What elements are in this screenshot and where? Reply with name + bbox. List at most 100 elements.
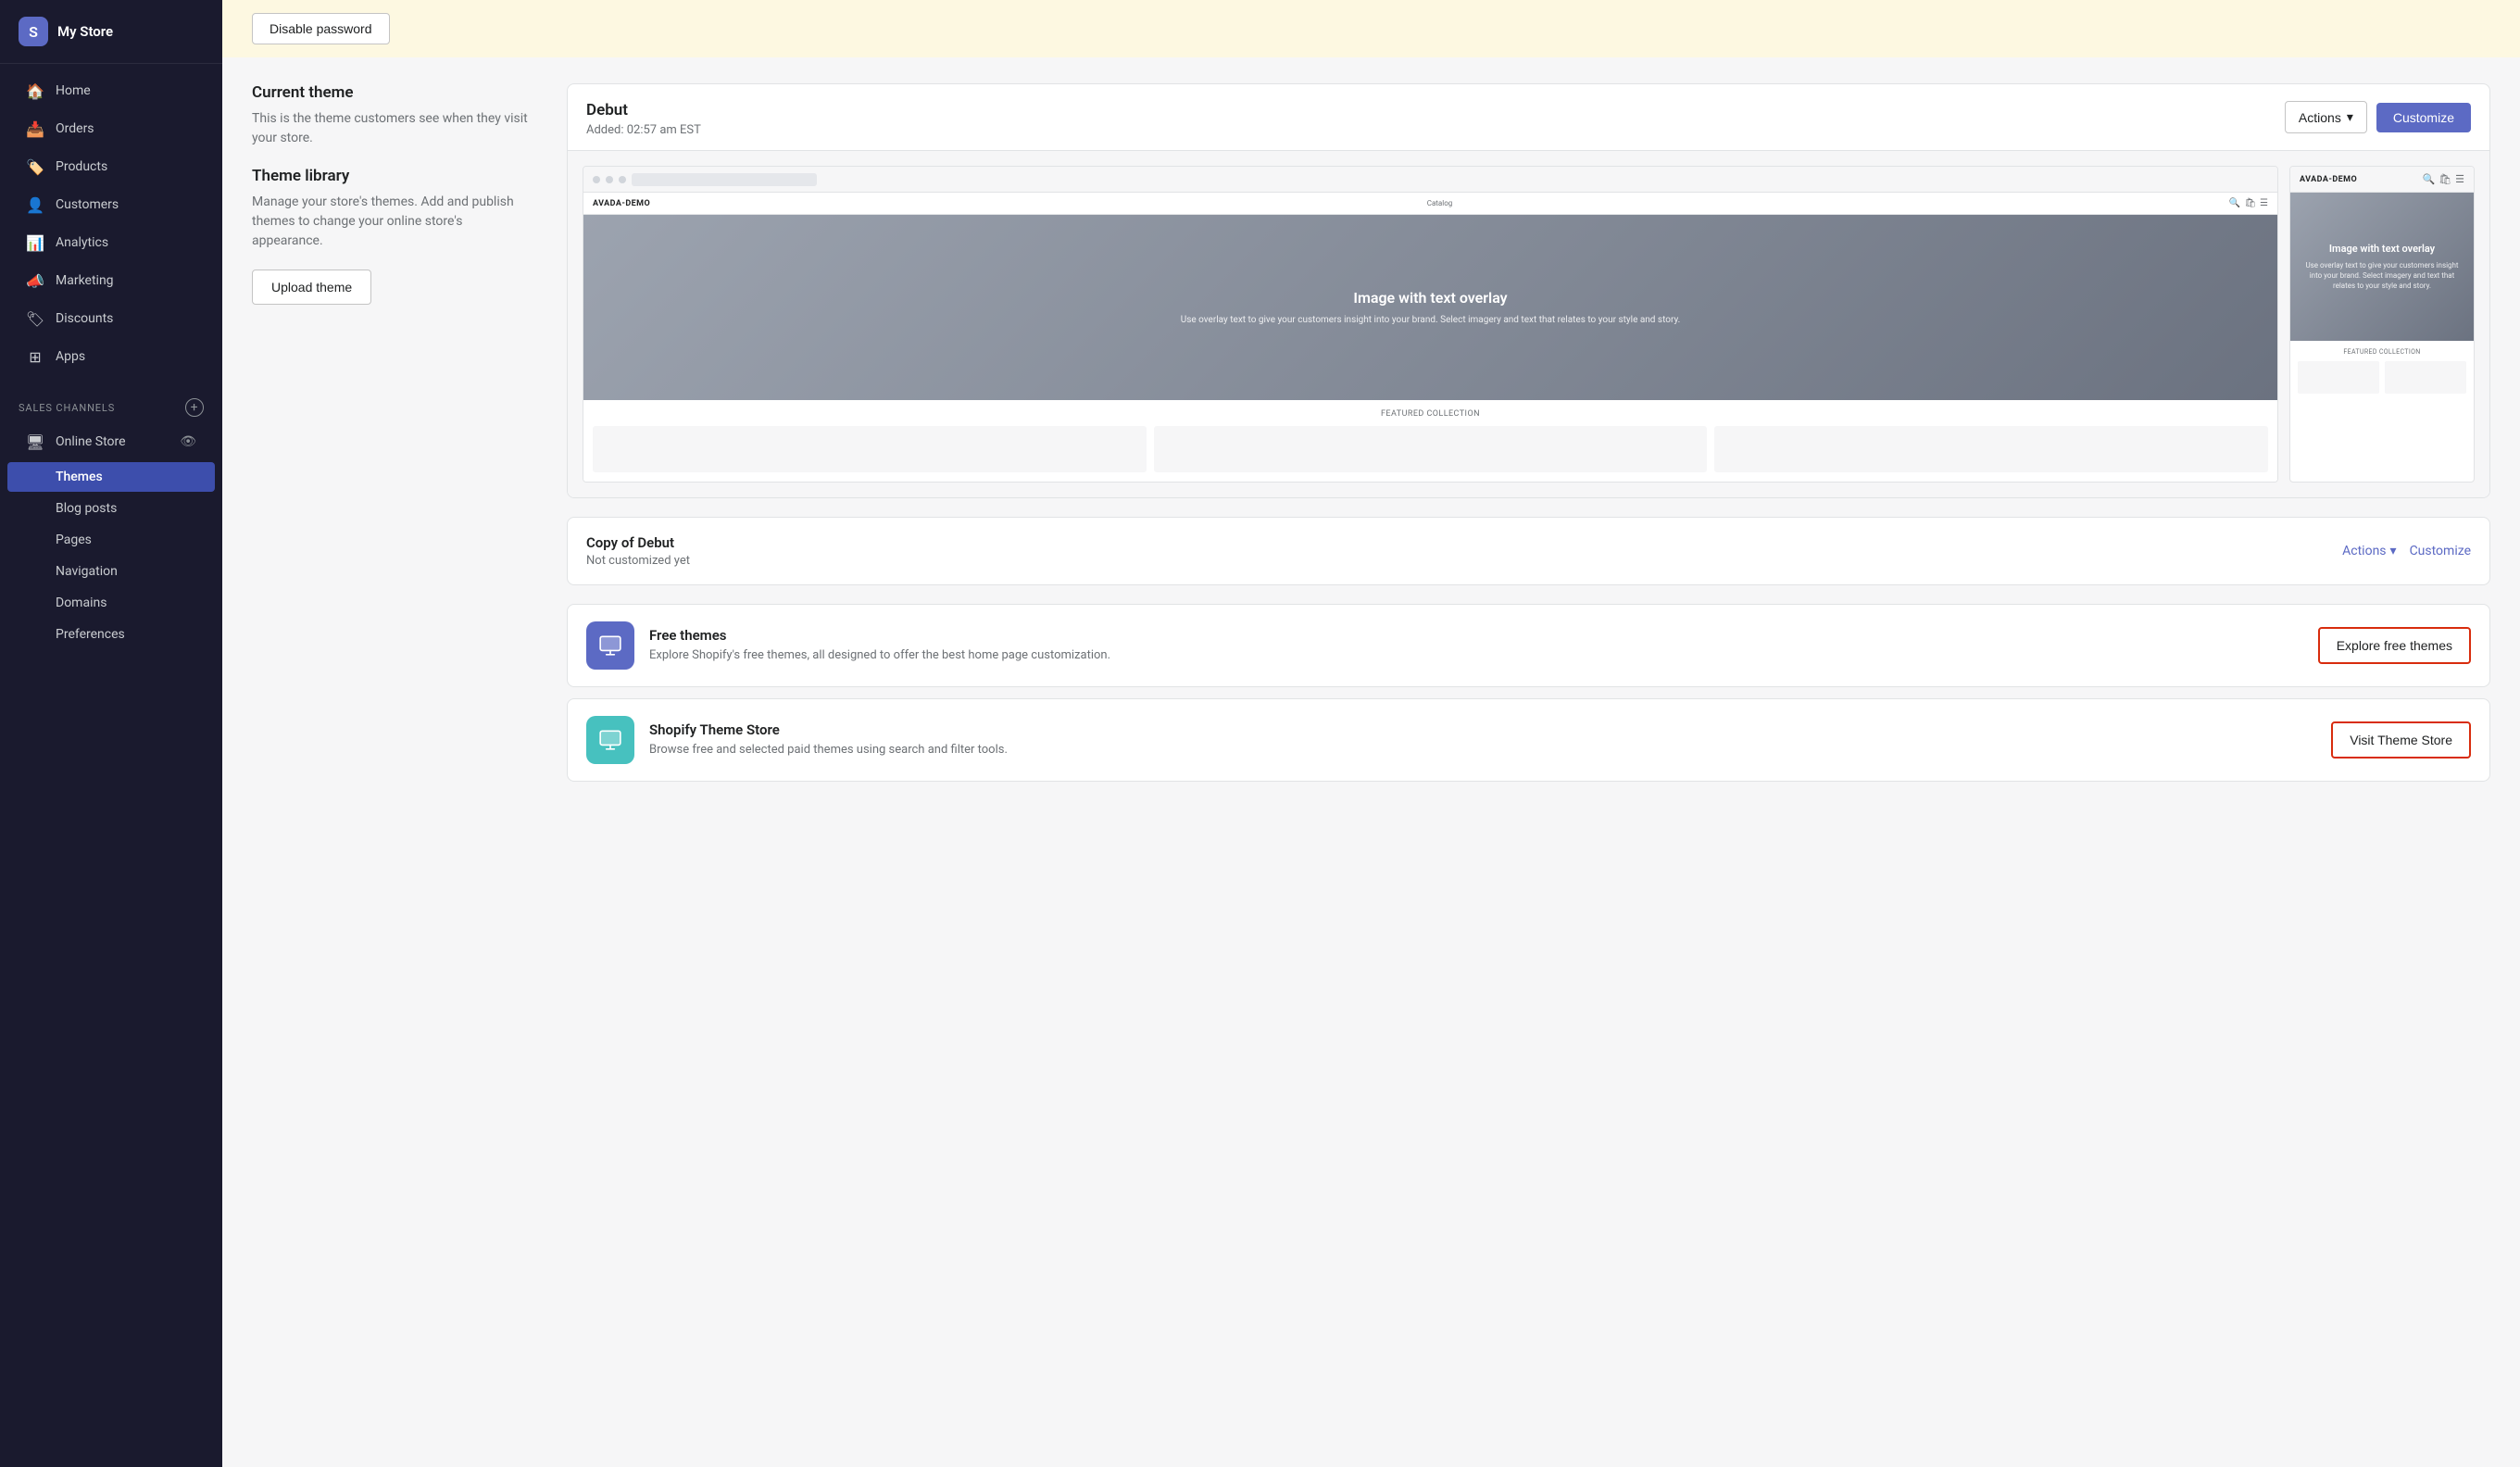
preview-hero: Image with text overlay Use overlay text… [583,215,2277,400]
preview-overlay-sub: Use overlay text to give your customers … [1181,314,1681,327]
sales-channels-label: SALES CHANNELS + [0,383,222,422]
store-svg-icon [598,728,622,752]
marketing-icon: 📣 [26,271,44,290]
current-theme-description: This is the theme customers see when the… [252,109,530,148]
free-themes-title: Free themes [649,627,2303,644]
browser-bar [583,167,2277,193]
copy-card-right: Actions ▾ Customize [2342,544,2471,558]
disable-password-button[interactable]: Disable password [252,13,390,44]
preview-brand: AVADA-DEMO [593,199,650,208]
theme-store-card: Shopify Theme Store Browse free and sele… [567,698,2490,782]
themes-svg-icon [598,633,622,658]
bag-icon: 🛍 [2244,198,2256,208]
mobile-featured-label: FEATURED COLLECTION [2298,348,2466,356]
preview-desktop: AVADA-DEMO Catalog 🔍 🛍 ☰ Image wit [583,166,2278,483]
copy-chevron-icon: ▾ [2390,544,2397,558]
preview-nav-icons: 🔍 🛍 ☰ [2229,198,2268,208]
sidebar-item-label: Apps [56,349,85,364]
browser-dot-1 [593,176,600,183]
upload-theme-button[interactable]: Upload theme [252,270,371,305]
sidebar-sub-item-domains[interactable]: Domains [7,588,215,618]
theme-card-header: Debut Added: 02:57 am EST Actions ▾ Cust… [568,84,2489,151]
sidebar-sub-item-preferences[interactable]: Preferences [7,620,215,649]
sidebar-sub-item-blog-posts[interactable]: Blog posts [7,494,215,523]
sidebar-sub-item-themes[interactable]: Themes [7,462,215,492]
orders-icon: 📥 [26,119,44,138]
copy-actions-button[interactable]: Actions ▾ [2342,544,2396,558]
theme-library-section: Theme library Manage your store's themes… [252,167,530,305]
sidebar-item-discounts[interactable]: 🏷 Discounts [7,300,215,337]
preview-overlay-title: Image with text overlay [1353,289,1507,307]
featured-items [593,426,2268,472]
explore-free-themes-button[interactable]: Explore free themes [2318,627,2471,664]
preview-mobile: AVADA-DEMO 🔍 🛍 ☰ Image with text overlay… [2289,166,2475,483]
customize-button[interactable]: Customize [2376,103,2471,132]
featured-label: FEATURED COLLECTION [593,409,2268,419]
theme-card-actions: Actions ▾ Customize [2285,101,2471,133]
mobile-nav-bar: AVADA-DEMO 🔍 🛍 ☰ [2290,167,2474,193]
featured-item-2 [1154,426,1708,472]
sidebar: S My Store 🏠 Home 📥 Orders 🏷️ Products 👤… [0,0,222,1467]
theme-name: Debut [586,101,701,119]
store-options: Free themes Explore Shopify's free theme… [567,604,2490,782]
actions-label: Actions [2299,110,2341,125]
sidebar-item-online-store[interactable]: 🖥 Online Store 👁 [7,423,215,460]
sidebar-item-apps[interactable]: ⊞ Apps [7,338,215,375]
products-icon: 🏷️ [26,157,44,176]
discounts-icon: 🏷 [26,309,44,328]
copy-theme-status: Not customized yet [586,554,690,568]
sidebar-item-products[interactable]: 🏷️ Products [7,148,215,185]
preview-nav-links: Catalog [1427,199,1453,207]
sidebar-sub-item-navigation[interactable]: Navigation [7,557,215,586]
theme-store-desc: Browse free and selected paid themes usi… [649,742,2316,759]
featured-item-1 [593,426,1147,472]
copy-customize-button[interactable]: Customize [2410,544,2471,558]
chevron-down-icon: ▾ [2347,109,2353,125]
visit-theme-store-button[interactable]: Visit Theme Store [2331,721,2471,759]
current-theme-title: Current theme [252,83,530,102]
mobile-brand: AVADA-DEMO [2300,175,2357,184]
sidebar-item-label: Products [56,159,107,174]
left-panel: Current theme This is the theme customer… [252,83,567,782]
mobile-hero: Image with text overlay Use overlay text… [2290,193,2474,341]
sidebar-item-analytics[interactable]: 📊 Analytics [7,224,215,261]
theme-library-title: Theme library [252,167,530,185]
current-theme-section: Current theme This is the theme customer… [252,83,530,148]
main-content: Disable password Current theme This is t… [222,0,2520,1467]
sidebar-item-label: Orders [56,121,94,136]
eye-icon[interactable]: 👁 [180,434,196,449]
browser-dot-3 [619,176,626,183]
catalog-link: Catalog [1427,199,1453,207]
mobile-item-1 [2298,361,2379,394]
store-logo-icon: S [19,17,48,46]
online-store-icon: 🖥 [26,433,44,451]
password-bar: Disable password [222,0,2520,57]
sidebar-item-label: Home [56,83,91,98]
free-themes-desc: Explore Shopify's free themes, all desig… [649,647,2303,664]
domains-label: Domains [56,596,107,610]
copy-of-debut-card: Copy of Debut Not customized yet Actions… [567,517,2490,585]
copy-theme-name: Copy of Debut [586,534,690,551]
preferences-label: Preferences [56,627,125,642]
sidebar-item-home[interactable]: 🏠 Home [7,72,215,109]
sidebar-item-marketing[interactable]: 📣 Marketing [7,262,215,299]
mobile-icons: 🔍 🛍 ☰ [2422,173,2464,185]
sidebar-item-label: Marketing [56,273,114,288]
browser-dot-2 [606,176,613,183]
analytics-icon: 📊 [26,233,44,252]
sidebar-item-label: Discounts [56,311,113,326]
blog-posts-label: Blog posts [56,501,117,516]
add-sales-channel-button[interactable]: + [185,398,204,417]
navigation-label: Navigation [56,564,118,579]
copy-card-left: Copy of Debut Not customized yet [586,534,690,568]
free-themes-card: Free themes Explore Shopify's free theme… [567,604,2490,687]
sidebar-item-orders[interactable]: 📥 Orders [7,110,215,147]
mobile-featured: FEATURED COLLECTION [2290,341,2474,401]
mobile-item-2 [2385,361,2466,394]
preview-featured: FEATURED COLLECTION [583,400,2277,482]
mobile-menu-icon: ☰ [2455,173,2464,185]
sidebar-sub-item-pages[interactable]: Pages [7,525,215,555]
theme-added: Added: 02:57 am EST [586,123,701,137]
sidebar-item-customers[interactable]: 👤 Customers [7,186,215,223]
actions-button[interactable]: Actions ▾ [2285,101,2367,133]
